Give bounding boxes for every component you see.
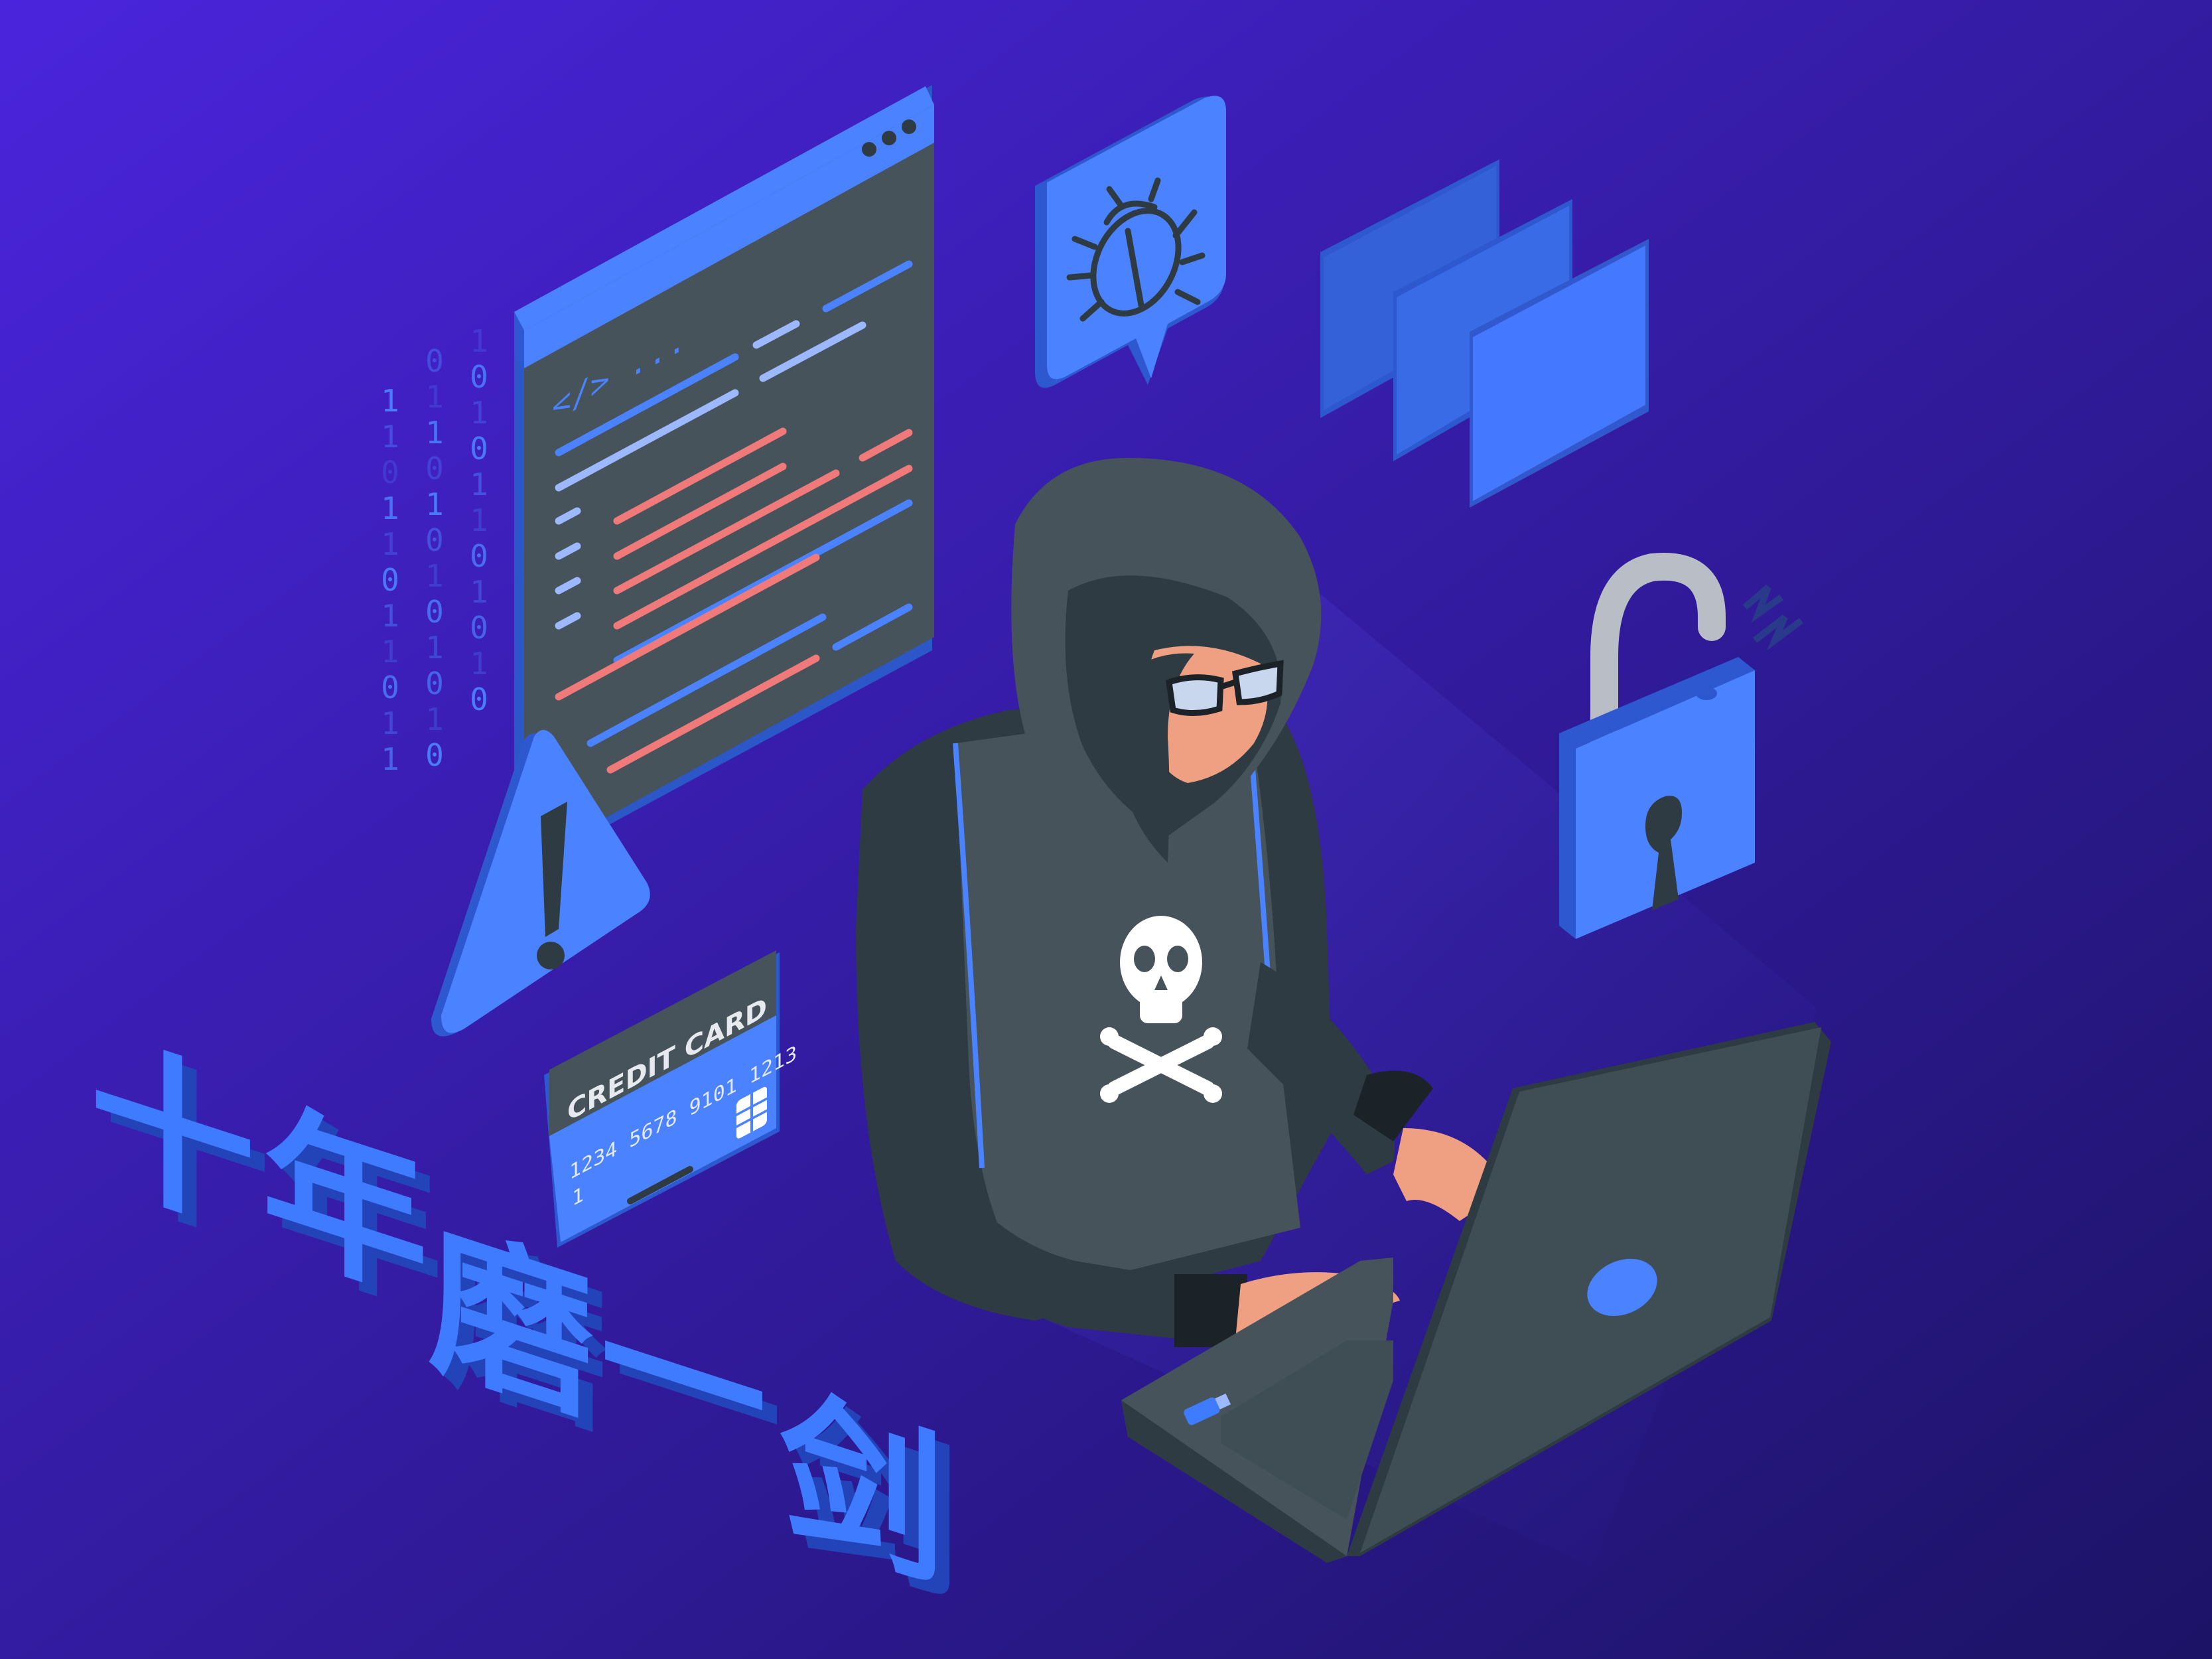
binary-digit: 1 [381,490,399,526]
binary-digit: 1 [425,486,444,522]
binary-digit: 0 [470,682,488,717]
binary-digit: 0 [470,431,488,467]
binary-digit: 0 [425,343,444,379]
binary-digit: 0 [381,455,399,490]
binary-digit: 0 [470,359,488,395]
binary-digit: 1 [381,419,399,455]
binary-digit: 1 [425,558,444,594]
binary-digit: 0 [425,666,444,701]
hacker-illustration: </> ... 11011011011011010101010101011010… [0,0,2212,1659]
binary-columns: 1101101101101101010101010101101010 [381,323,488,777]
binary-digit: 1 [470,502,488,538]
binary-digit: 0 [425,451,444,486]
binary-digit: 1 [425,630,444,666]
binary-digit: 1 [425,415,444,451]
binary-digit: 0 [381,670,399,705]
binary-digit: 0 [425,737,444,773]
binary-digit: 1 [381,705,399,741]
binary-digit: 1 [381,598,399,634]
binary-digit: 1 [381,634,399,670]
binary-digit: 0 [470,610,488,646]
binary-digit: 1 [381,526,399,562]
binary-digit: 1 [381,741,399,777]
window-dot [862,142,876,157]
binary-digit: 1 [470,467,488,502]
binary-digit: 1 [470,395,488,431]
window-dot [882,131,896,145]
binary-digit: 1 [425,379,444,415]
binary-digit: 1 [470,646,488,682]
binary-digit: 1 [381,383,399,419]
binary-digit: 0 [470,538,488,574]
binary-digit: 1 [425,701,444,737]
binary-digit: 1 [470,574,488,610]
window-dot [902,119,916,134]
binary-digit: 0 [425,522,444,558]
binary-digit: 0 [425,594,444,630]
binary-digit: 0 [381,562,399,598]
binary-digit: 1 [470,323,488,359]
